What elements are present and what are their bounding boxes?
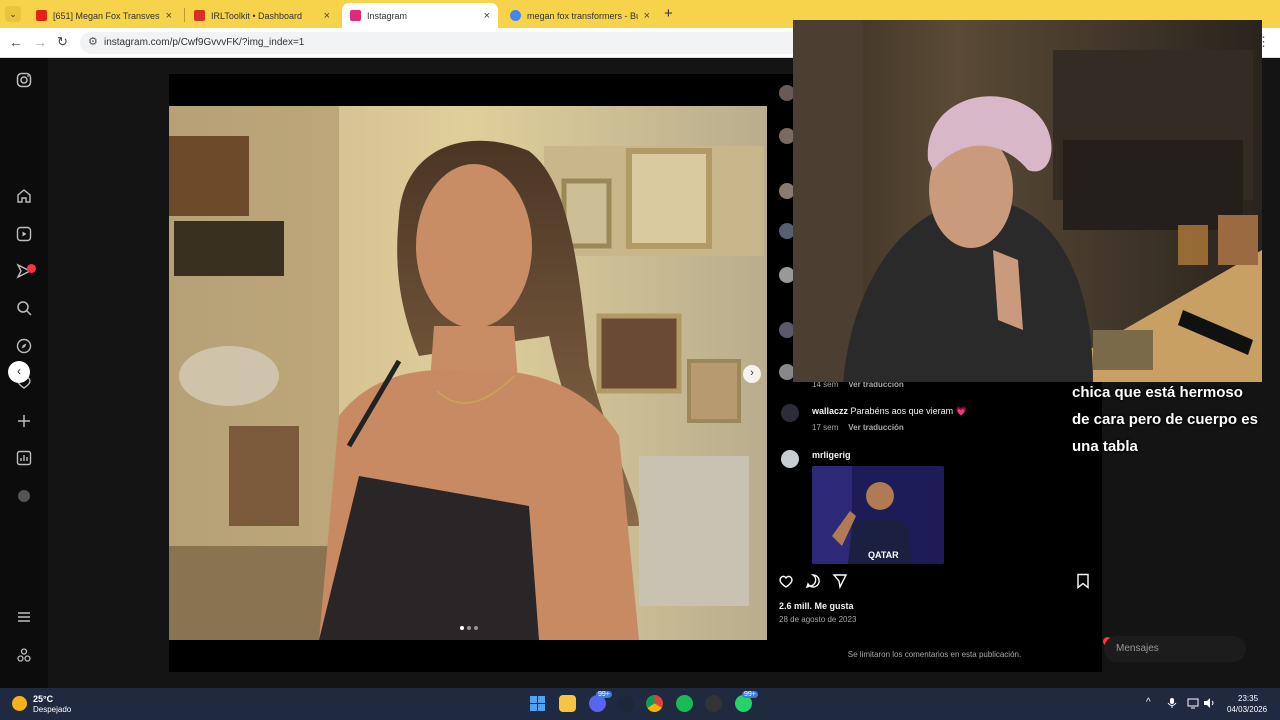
tab-title: megan fox transformers - Busc	[527, 10, 638, 21]
windows-taskbar: 25°C Despejado 99+ 99+ ^ 23:35 04/03/202…	[0, 688, 1280, 720]
clock-time[interactable]: 23:35	[1238, 694, 1258, 703]
instagram-icon	[350, 10, 361, 21]
irltoolkit-icon	[194, 10, 205, 21]
app-icon[interactable]	[705, 695, 722, 712]
youtube-icon	[36, 10, 47, 21]
tab-search-button[interactable]: ⌄	[5, 6, 21, 22]
messages-button[interactable]: Mensajes	[1104, 636, 1246, 662]
explore-icon[interactable]	[14, 338, 34, 358]
forward-arrow-icon[interactable]: →	[33, 34, 47, 50]
share-icon[interactable]	[832, 573, 848, 593]
dashboard-icon[interactable]	[14, 450, 34, 470]
carousel-dot	[467, 626, 471, 630]
file-explorer-icon[interactable]	[559, 695, 576, 712]
carousel-indicator	[460, 626, 478, 630]
reels-icon[interactable]	[14, 226, 34, 246]
previous-post-button[interactable]: ‹	[8, 361, 30, 383]
home-icon[interactable]	[14, 188, 34, 208]
menu-icon[interactable]	[14, 609, 34, 629]
weather-moon-icon[interactable]	[12, 696, 27, 711]
comment-username[interactable]: wallaczz	[812, 406, 848, 416]
weather-temperature[interactable]: 25°C	[33, 694, 53, 704]
back-arrow-icon[interactable]: ←	[9, 34, 23, 50]
save-icon[interactable]	[1075, 573, 1091, 593]
tray-overflow-icon[interactable]: ^	[1146, 697, 1151, 708]
discord-badge: 99+	[596, 691, 612, 698]
close-tab-icon[interactable]: ×	[484, 10, 490, 22]
messages-label: Mensajes	[1116, 643, 1159, 654]
tab-title: IRLToolkit • Dashboard	[211, 10, 303, 21]
microphone-icon[interactable]	[1167, 697, 1177, 712]
comment-text: Parabéns aos que vieram 💗	[850, 406, 967, 416]
weather-description[interactable]: Despejado	[33, 705, 71, 714]
post-photo[interactable]	[169, 106, 767, 640]
avatar[interactable]	[781, 450, 799, 468]
close-tab-icon[interactable]: ×	[644, 10, 650, 22]
search-icon[interactable]	[14, 300, 34, 320]
see-translation-link[interactable]: Ver traducción	[848, 423, 904, 432]
create-icon[interactable]	[14, 413, 34, 433]
close-tab-icon[interactable]: ×	[324, 10, 330, 22]
comment-time: 17 sem	[812, 423, 839, 432]
close-tab-icon[interactable]: ×	[166, 10, 172, 22]
comment-author[interactable]: wallaczz Parabéns aos que vieram 💗	[812, 406, 967, 417]
comments-limited-notice: Se limitaron los comentarios en esta pub…	[847, 650, 1022, 659]
clock-date[interactable]: 04/03/2026	[1227, 705, 1267, 714]
gif-caption: QATAR	[868, 550, 899, 560]
spotify-icon[interactable]	[676, 695, 693, 712]
tab-youtube[interactable]: [651] Megan Fox Transvestigati ×	[28, 3, 180, 28]
carousel-dot	[460, 626, 464, 630]
instagram-logo-icon[interactable]	[14, 72, 34, 92]
tab-instagram[interactable]: Instagram ×	[342, 3, 498, 28]
webcam-overlay	[793, 20, 1262, 382]
stream-caption: chica que está hermoso de cara pero de c…	[1072, 384, 1258, 455]
steam-icon[interactable]	[617, 695, 634, 712]
comment-meta: 17 sem Ver traducción	[812, 423, 904, 432]
reload-icon[interactable]: ↻	[57, 34, 68, 50]
like-icon[interactable]	[778, 573, 794, 593]
whatsapp-badge: 99+	[742, 691, 758, 698]
tab-title: Instagram	[367, 10, 408, 21]
url-text[interactable]: instagram.com/p/Cwf9GvvvFK/?img_index=1	[104, 37, 304, 48]
new-tab-button[interactable]: +	[664, 5, 673, 22]
screen: ⌄ [651] Megan Fox Transvestigati × IRLTo…	[0, 0, 1280, 720]
network-icon[interactable]	[1187, 697, 1199, 712]
comment-icon[interactable]	[805, 573, 821, 593]
comment-gif[interactable]: QATAR	[812, 466, 944, 564]
avatar[interactable]	[781, 404, 799, 422]
like-count[interactable]: 2.6 mill. Me gusta	[779, 601, 854, 611]
site-info-icon[interactable]: ⚙	[88, 35, 98, 48]
tab-irltoolkit[interactable]: IRLToolkit • Dashboard ×	[186, 3, 338, 28]
next-image-button[interactable]: ›	[743, 365, 761, 383]
volume-icon[interactable]	[1203, 697, 1215, 712]
post-date: 28 de agosto de 2023	[779, 615, 857, 624]
notification-badge	[27, 264, 36, 273]
chrome-icon[interactable]	[646, 695, 663, 712]
tab-google-search[interactable]: megan fox transformers - Busc ×	[502, 3, 658, 28]
comment-author[interactable]: mrligerig	[812, 450, 851, 460]
windows-start-icon[interactable]	[529, 695, 546, 712]
tab-title: [651] Megan Fox Transvestigati	[53, 10, 160, 21]
tab-separator	[184, 8, 185, 22]
profile-icon[interactable]	[14, 488, 34, 508]
more-icon[interactable]	[14, 647, 34, 667]
google-icon	[510, 10, 521, 21]
carousel-dot	[474, 626, 478, 630]
